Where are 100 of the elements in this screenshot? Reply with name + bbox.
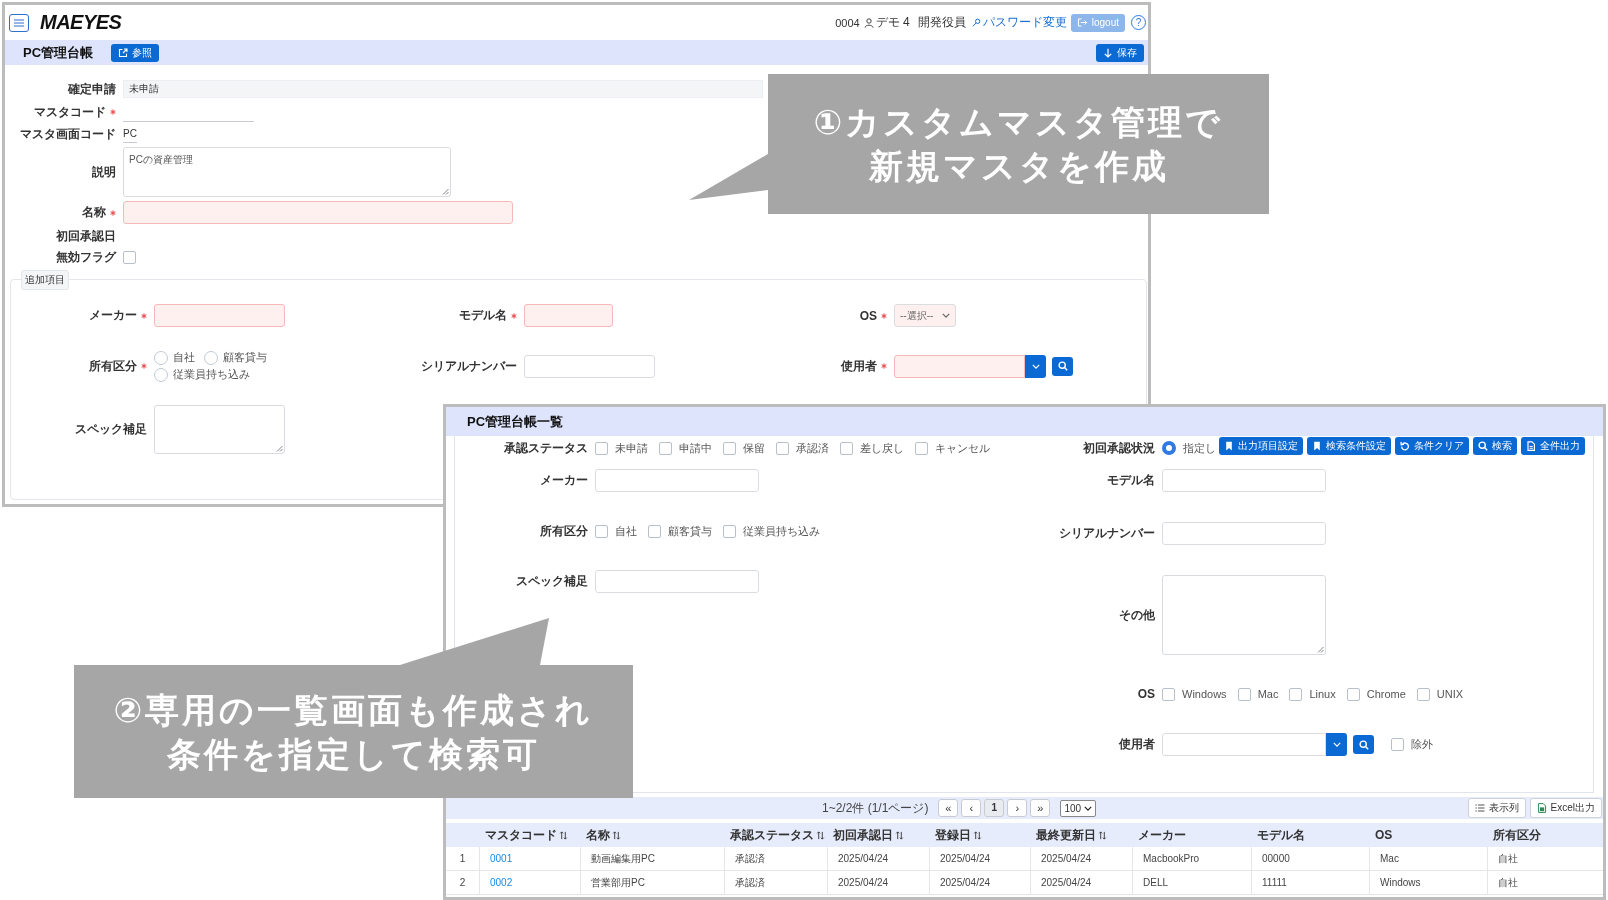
input-field[interactable]: [524, 354, 655, 378]
column-header: モデル名: [1257, 826, 1305, 844]
radio-button[interactable]: [1162, 441, 1176, 455]
input-field[interactable]: [1162, 733, 1326, 756]
column-header[interactable]: 登録日: [935, 826, 971, 844]
toolbar-button[interactable]: 条件クリア: [1395, 437, 1469, 455]
record-link[interactable]: 0001: [490, 853, 513, 864]
input-field[interactable]: [894, 354, 1025, 378]
table-action-button[interactable]: Excel出力: [1529, 798, 1602, 818]
first-page-button[interactable]: «: [938, 799, 959, 817]
field-label: スペック補足: [516, 573, 588, 590]
search-button[interactable]: [1353, 735, 1374, 754]
input-field[interactable]: [123, 201, 513, 224]
toolbar-button[interactable]: 全件出力: [1521, 437, 1585, 455]
checkbox[interactable]: [915, 441, 928, 455]
column-header: メーカー: [1138, 826, 1186, 844]
option-label[interactable]: 指定し: [1183, 440, 1216, 456]
result-summary: 1~2/2件 (1/1ページ): [822, 799, 929, 817]
next-page-button[interactable]: ›: [1007, 799, 1028, 817]
radio-button[interactable]: [204, 350, 218, 365]
table-cell: 承認済: [724, 871, 827, 894]
password-link[interactable]: パスワード変更: [971, 14, 1067, 31]
page-size-select[interactable]: 100: [1060, 799, 1097, 817]
table-action-button[interactable]: 表示列: [1467, 798, 1526, 818]
input-field[interactable]: [595, 469, 759, 492]
option-label[interactable]: 自社: [615, 523, 637, 539]
search-button[interactable]: [1052, 356, 1073, 376]
field-label: スペック補足: [75, 421, 147, 438]
option-label[interactable]: 従業員持ち込み: [743, 523, 820, 539]
option-label[interactable]: Windows: [1182, 688, 1227, 700]
option-label[interactable]: 差し戻し: [860, 440, 904, 456]
section-legend: 追加項目: [21, 270, 69, 290]
column-header[interactable]: 初回承認日: [833, 826, 893, 844]
option-label[interactable]: 保留: [743, 440, 765, 456]
input-field[interactable]: [1162, 469, 1326, 492]
sort-icon[interactable]: [973, 830, 982, 840]
option-label[interactable]: 承認済: [796, 440, 829, 456]
user-name: デモ 4: [875, 14, 910, 31]
dropdown-button[interactable]: [1326, 733, 1347, 756]
select-field[interactable]: --選択--: [894, 304, 956, 327]
option-label[interactable]: 未申請: [615, 440, 648, 456]
checkbox[interactable]: [648, 524, 661, 538]
record-link[interactable]: 0002: [490, 877, 513, 888]
help-button[interactable]: ?: [1131, 15, 1146, 30]
save-button[interactable]: 保存: [1096, 43, 1144, 62]
field-label: OS: [859, 308, 877, 323]
option-label[interactable]: 従業員持ち込み: [173, 367, 250, 382]
column-header[interactable]: 承認ステータス: [730, 826, 814, 844]
toolbar-button[interactable]: 出力項目設定: [1219, 437, 1303, 455]
option-label[interactable]: 除外: [1411, 737, 1433, 752]
checkbox[interactable]: [723, 524, 736, 538]
reference-button[interactable]: 参照: [111, 43, 160, 62]
column-header[interactable]: 最終更新日: [1036, 826, 1096, 844]
option-label[interactable]: UNIX: [1436, 688, 1464, 700]
checkbox[interactable]: [1237, 687, 1251, 701]
sort-icon[interactable]: [612, 830, 621, 840]
checkbox[interactable]: [1162, 687, 1175, 701]
dropdown-button[interactable]: [1025, 354, 1046, 378]
option-label[interactable]: 申請中: [679, 440, 712, 456]
column-header[interactable]: マスタコード: [485, 826, 557, 844]
previous-page-button[interactable]: ‹: [961, 799, 982, 817]
user-role: 開発役員: [917, 14, 966, 31]
input-field[interactable]: [595, 570, 759, 593]
column-header[interactable]: 名称: [586, 826, 610, 844]
input-field[interactable]: [1162, 522, 1326, 545]
checkbox[interactable]: [1289, 687, 1303, 701]
checkbox[interactable]: [123, 251, 136, 264]
textarea-field[interactable]: PCの資産管理: [123, 147, 451, 197]
checkbox[interactable]: [723, 441, 736, 455]
option-label[interactable]: 顧客貸与: [223, 350, 267, 365]
sort-icon[interactable]: [895, 830, 904, 840]
input-field[interactable]: [524, 304, 613, 327]
toolbar-button[interactable]: 検索: [1473, 437, 1517, 455]
field-label: 無効フラグ: [56, 249, 116, 266]
checkbox[interactable]: [776, 441, 789, 455]
menu-button[interactable]: [9, 13, 29, 32]
sort-icon[interactable]: [816, 830, 825, 840]
option-label[interactable]: Linux: [1309, 688, 1336, 700]
sort-icon[interactable]: [1098, 830, 1107, 840]
option-label[interactable]: Chrome: [1366, 688, 1406, 700]
textarea-field[interactable]: [1162, 575, 1326, 655]
textarea-field[interactable]: [154, 405, 285, 454]
checkbox[interactable]: [840, 441, 853, 455]
option-label[interactable]: 自社: [173, 350, 195, 365]
checkbox[interactable]: [1391, 738, 1404, 751]
radio-button[interactable]: [154, 350, 168, 365]
option-label[interactable]: Mac: [1257, 688, 1279, 700]
checkbox[interactable]: [659, 441, 672, 455]
page-button[interactable]: 1: [984, 799, 1005, 817]
input-field[interactable]: [154, 304, 285, 327]
radio-button[interactable]: [154, 367, 168, 382]
checkbox[interactable]: [595, 524, 608, 538]
option-label[interactable]: キャンセル: [935, 440, 990, 456]
last-page-button[interactable]: »: [1030, 799, 1051, 817]
checkbox[interactable]: [595, 441, 608, 455]
toolbar-button[interactable]: 検索条件設定: [1307, 437, 1391, 455]
option-label[interactable]: 顧客貸与: [668, 523, 712, 539]
checkbox[interactable]: [1416, 687, 1430, 701]
sort-icon[interactable]: [559, 830, 568, 840]
checkbox[interactable]: [1346, 687, 1360, 701]
